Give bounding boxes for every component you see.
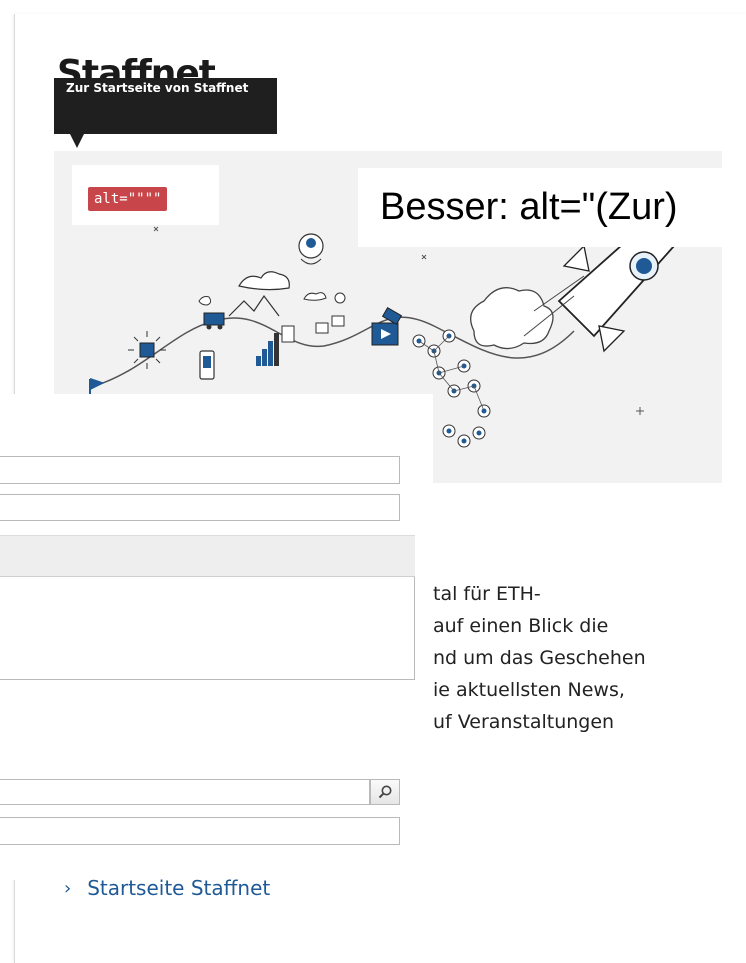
tooltip: Zur Startseite von Staffnet	[54, 78, 277, 134]
startseite-link[interactable]: › Startseite Staffnet	[64, 876, 270, 900]
chevron-right-icon: ›	[64, 877, 72, 899]
besser-annotation: Besser: alt="(Zur)	[358, 168, 746, 247]
startseite-link-label: Startseite Staffnet	[87, 876, 271, 900]
alt-code-label: alt=""""	[88, 187, 168, 211]
search-button[interactable]	[370, 779, 400, 805]
tooltip-arrow	[70, 134, 84, 148]
intro-line: tal für ETH-	[433, 583, 541, 605]
search-row	[0, 779, 400, 805]
search-input[interactable]	[0, 779, 370, 805]
text-field-1[interactable]	[0, 456, 400, 484]
textarea-field[interactable]	[0, 577, 415, 680]
intro-line: auf einen Blick die	[433, 615, 609, 637]
intro-paragraph: tal für ETH- auf einen Blick die nd um d…	[433, 578, 733, 738]
text-field-3[interactable]	[0, 817, 400, 845]
text-field-2[interactable]	[0, 494, 400, 521]
form-overlay-panel	[0, 394, 433, 880]
intro-line: uf Veranstaltungen	[433, 711, 615, 733]
site-title[interactable]: Staffnet	[57, 48, 215, 78]
section-header-bar	[0, 535, 415, 577]
search-icon	[378, 785, 392, 799]
intro-line: ie aktuellsten News,	[433, 679, 625, 701]
intro-line: nd um das Geschehen	[433, 647, 646, 669]
